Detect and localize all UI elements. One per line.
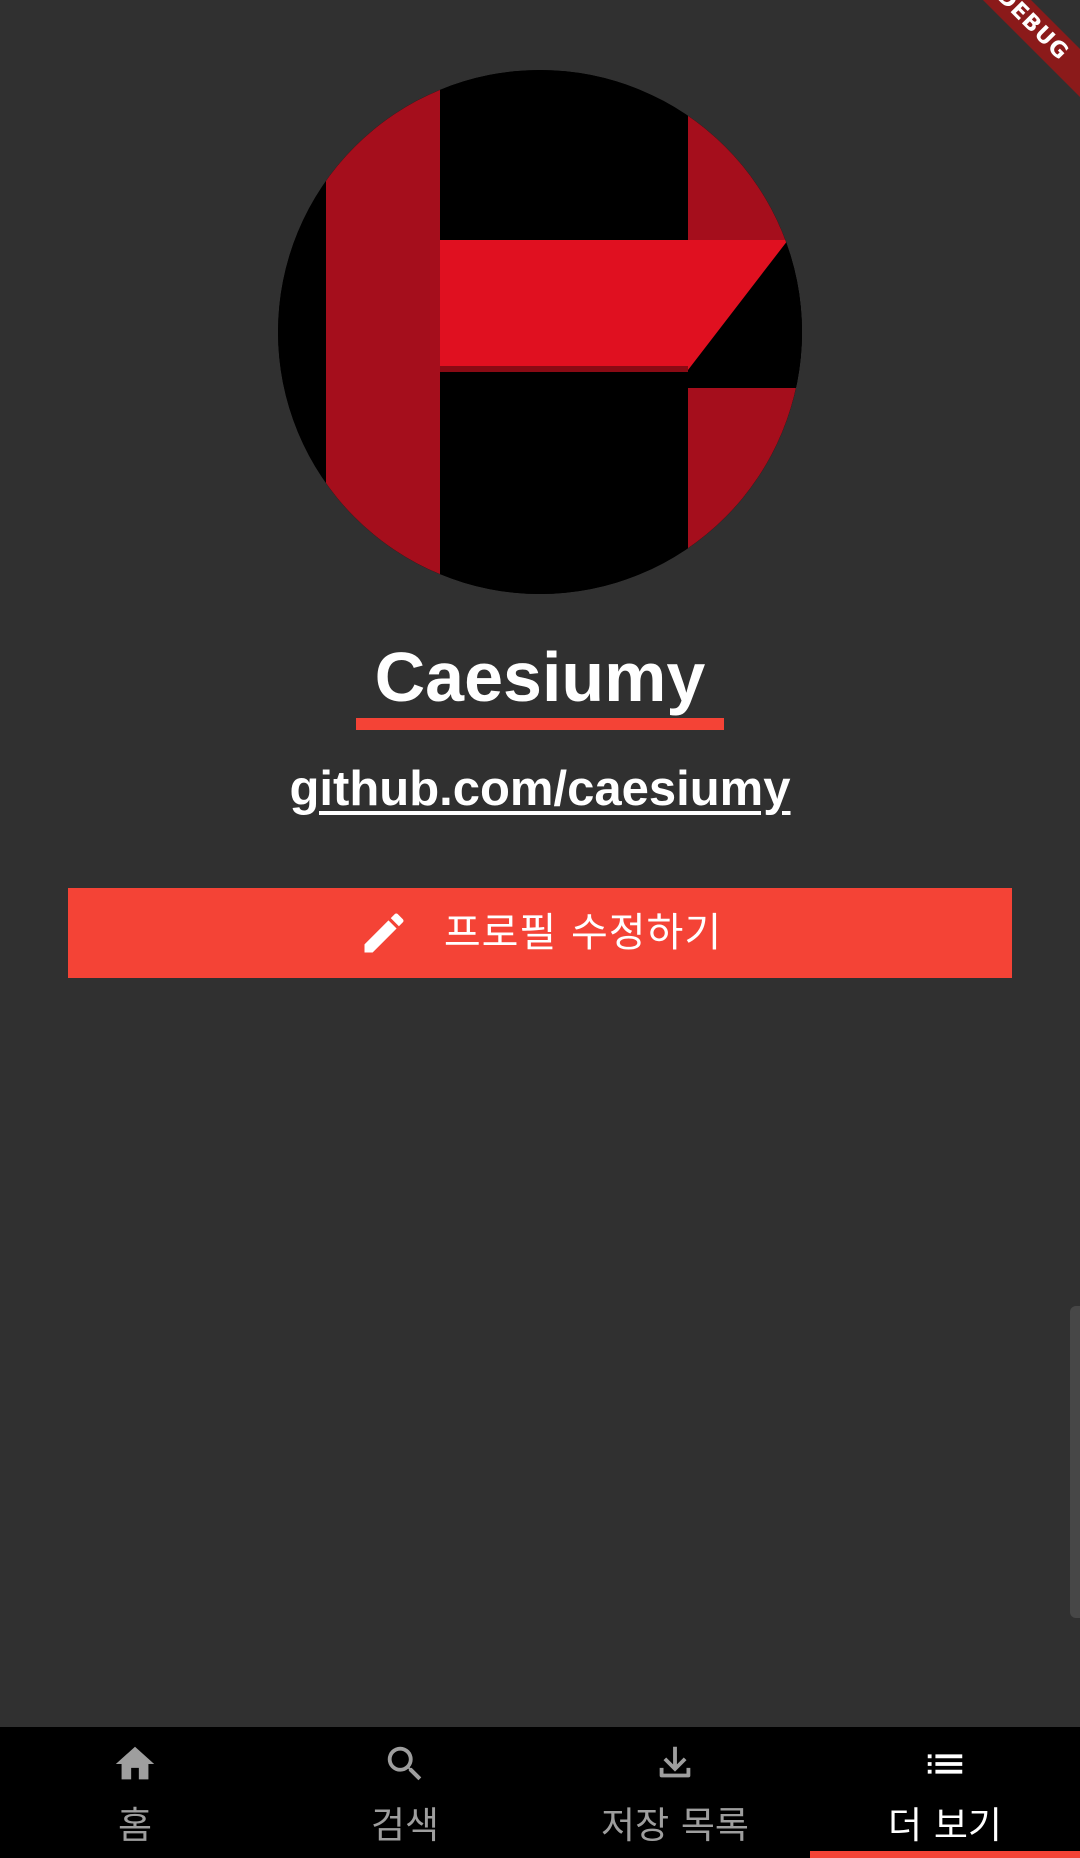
name-underline bbox=[356, 718, 724, 730]
bottom-navigation-bar: 홈 검색 저장 목록 더 보기 bbox=[0, 1727, 1080, 1858]
edit-profile-label: 프로필 수정하기 bbox=[443, 910, 723, 956]
nav-item-home[interactable]: 홈 bbox=[0, 1727, 270, 1858]
avatar[interactable] bbox=[278, 70, 802, 594]
active-tab-indicator bbox=[810, 1851, 1080, 1858]
nav-item-search[interactable]: 검색 bbox=[270, 1727, 540, 1858]
list-icon bbox=[927, 1754, 963, 1774]
nav-item-saved[interactable]: 저장 목록 bbox=[540, 1727, 810, 1858]
profile-name: Caesiumy bbox=[374, 638, 706, 716]
debug-banner: DEBUG bbox=[970, 0, 1080, 110]
nav-label-home: 홈 bbox=[117, 1804, 153, 1847]
debug-banner-label: DEBUG bbox=[970, 0, 1080, 108]
nav-label-saved: 저장 목록 bbox=[601, 1804, 749, 1847]
avatar-logo-image bbox=[278, 70, 802, 594]
edit-profile-button[interactable]: 프로필 수정하기 bbox=[68, 888, 1012, 978]
profile-link[interactable]: github.com/caesiumy bbox=[0, 758, 1080, 820]
pencil-icon bbox=[364, 913, 404, 953]
download-icon bbox=[659, 1746, 691, 1778]
profile-screen: DEBUG Caesiumy github.com/caesiumy 프로필 수… bbox=[0, 0, 1080, 1858]
search-icon bbox=[387, 1746, 422, 1781]
scrollbar-handle[interactable] bbox=[1070, 1306, 1080, 1618]
nav-label-search: 검색 bbox=[370, 1804, 440, 1847]
nav-item-more[interactable]: 더 보기 bbox=[810, 1727, 1080, 1858]
home-icon bbox=[115, 1746, 155, 1780]
nav-label-more: 더 보기 bbox=[888, 1804, 1002, 1847]
